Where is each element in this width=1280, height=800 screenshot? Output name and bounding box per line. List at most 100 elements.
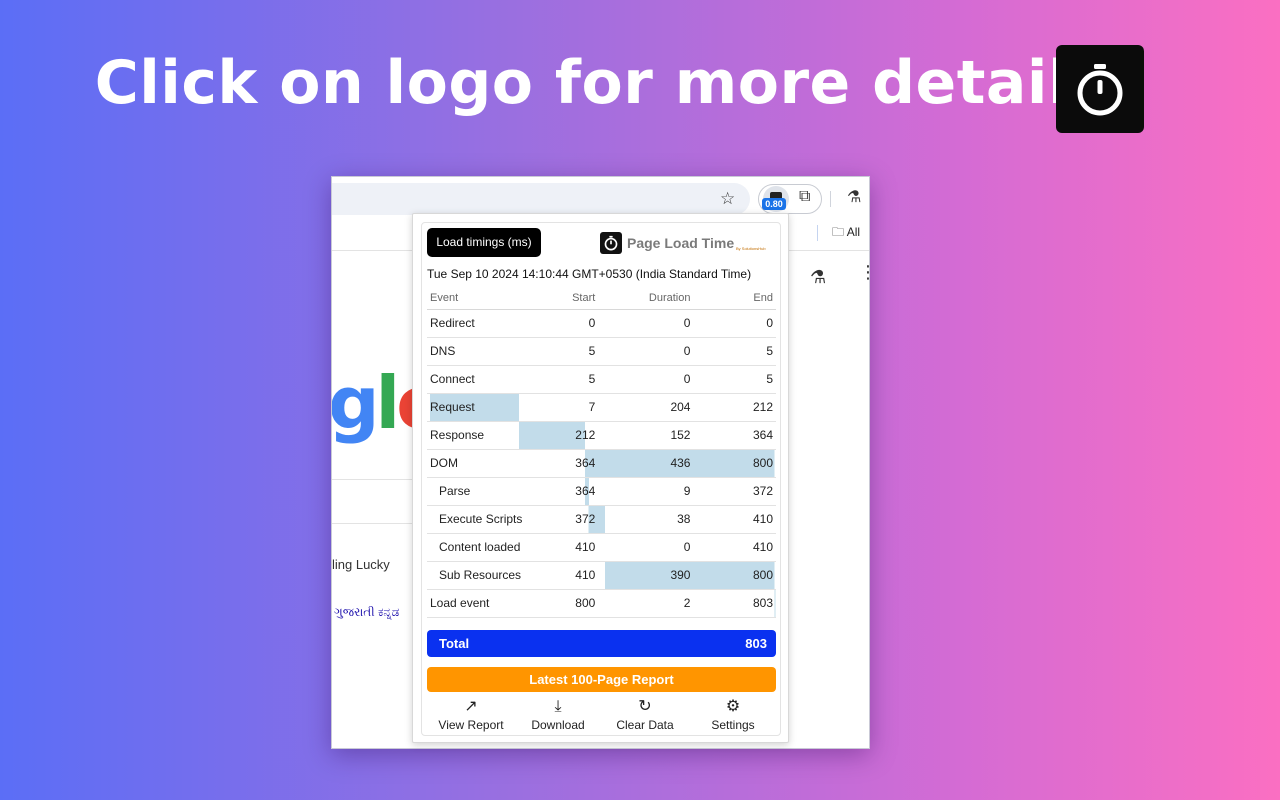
table-row: DNS 5 0 5 bbox=[427, 337, 776, 366]
table-cell-duration: 390 bbox=[598, 561, 694, 590]
toolbar-divider bbox=[830, 191, 831, 207]
total-label: Total bbox=[439, 636, 470, 651]
table-cell-duration: 0 bbox=[598, 309, 694, 338]
table-cell-start: 0 bbox=[553, 309, 599, 338]
table-cell-duration: 204 bbox=[598, 393, 694, 422]
action-label: View Report bbox=[438, 718, 504, 732]
settings-button[interactable]: ⚙ Settings bbox=[688, 698, 778, 732]
labs-flask-icon[interactable]: ⚗ bbox=[810, 267, 826, 288]
table-cell-duration: 0 bbox=[598, 337, 694, 366]
bookmarks-divider bbox=[817, 225, 818, 241]
table-cell-event: Redirect bbox=[427, 309, 554, 338]
gear-icon: ⚙ bbox=[725, 698, 741, 715]
table-row: Request 7 204 212 bbox=[427, 393, 776, 422]
table-cell-event: Execute Scripts bbox=[427, 505, 554, 534]
table-row: Sub Resources 410 390 800 bbox=[427, 561, 776, 590]
table-cell-end: 800 bbox=[693, 449, 776, 478]
table-cell-end: 364 bbox=[693, 421, 776, 450]
table-cell-end: 5 bbox=[693, 365, 776, 394]
stopwatch-logo[interactable] bbox=[1056, 45, 1144, 133]
page-load-time-popup: Load timings (ms) Page Load Time By Solu… bbox=[412, 213, 789, 743]
view-report-button[interactable]: ↗ View Report bbox=[426, 698, 516, 732]
table-cell-end: 372 bbox=[693, 477, 776, 506]
table-cell-event: Parse bbox=[427, 477, 554, 506]
table-row: Load event 800 2 803 bbox=[427, 589, 776, 618]
table-cell-duration: 436 bbox=[598, 449, 694, 478]
load-timings-button[interactable]: Load timings (ms) bbox=[427, 228, 541, 257]
popup-panel: Load timings (ms) Page Load Time By Solu… bbox=[421, 222, 781, 736]
table-cell-duration: 0 bbox=[598, 533, 694, 562]
table-cell-end: 410 bbox=[693, 533, 776, 562]
timestamp: Tue Sep 10 2024 14:10:44 GMT+0530 (India… bbox=[427, 267, 752, 281]
total-row: Total 803 bbox=[427, 630, 776, 657]
column-header: Duration bbox=[598, 287, 694, 310]
table-cell-event: Sub Resources bbox=[427, 561, 554, 590]
table-cell-duration: 38 bbox=[598, 505, 694, 534]
puzzle-icon[interactable]: ⧉ bbox=[799, 188, 810, 206]
table-cell-start: 212 bbox=[553, 421, 599, 450]
timings-table: Event Start Duration End Redirect 0 0 0 DNS 5… bbox=[427, 287, 776, 618]
table-row: Content loaded 410 0 410 bbox=[427, 533, 776, 562]
table-cell-end: 803 bbox=[693, 589, 776, 618]
table-cell-start: 5 bbox=[553, 365, 599, 394]
address-bar[interactable] bbox=[332, 183, 750, 215]
brand-subtitle: By SolutionsHub bbox=[736, 246, 766, 251]
table-row: Parse 364 9 372 bbox=[427, 477, 776, 506]
table-cell-start: 5 bbox=[553, 337, 599, 366]
table-cell-start: 364 bbox=[553, 449, 599, 478]
download-button[interactable]: ⤓ Download bbox=[513, 698, 603, 732]
stopwatch-icon bbox=[600, 232, 622, 254]
table-row: Execute Scripts 372 38 410 bbox=[427, 505, 776, 534]
table-cell-event: Response bbox=[427, 421, 554, 450]
table-cell-duration: 152 bbox=[598, 421, 694, 450]
table-cell-event: DNS bbox=[427, 337, 554, 366]
download-icon: ⤓ bbox=[554, 698, 562, 715]
flask-icon[interactable]: ⚗ bbox=[847, 187, 861, 207]
table-cell-duration: 2 bbox=[598, 589, 694, 618]
table-cell-end: 0 bbox=[693, 309, 776, 338]
table-cell-event: DOM bbox=[427, 449, 554, 478]
extension-badge: 0.80 bbox=[762, 198, 786, 210]
table-cell-event: Request bbox=[427, 393, 554, 422]
refresh-icon: ↻ bbox=[638, 698, 652, 715]
action-bar: ↗ View Report ⤓ Download ↻ Clear Data ⚙ … bbox=[422, 698, 782, 734]
table-cell-duration: 9 bbox=[598, 477, 694, 506]
column-header: End bbox=[693, 287, 776, 310]
table-cell-start: 7 bbox=[553, 393, 599, 422]
feeling-lucky-button[interactable]: ling Lucky bbox=[332, 557, 390, 572]
apps-grid-icon[interactable]: ⋮ bbox=[859, 263, 869, 281]
table-cell-event: Load event bbox=[427, 589, 554, 618]
language-links[interactable]: ગુજરાતી ಕನ್ನಡ bbox=[334, 605, 399, 620]
table-cell-end: 410 bbox=[693, 505, 776, 534]
table-cell-end: 5 bbox=[693, 337, 776, 366]
table-cell-duration: 0 bbox=[598, 365, 694, 394]
table-cell-end: 800 bbox=[693, 561, 776, 590]
arrow-up-right-icon: ↗ bbox=[464, 698, 478, 715]
latest-report-button[interactable]: Latest 100-Page Report bbox=[427, 667, 776, 692]
table-row: Connect 5 0 5 bbox=[427, 365, 776, 394]
table-cell-start: 410 bbox=[553, 533, 599, 562]
table-cell-event: Content loaded bbox=[427, 533, 554, 562]
table-row: Redirect 0 0 0 bbox=[427, 309, 776, 338]
total-value: 803 bbox=[745, 636, 767, 651]
folder-icon: 🗀 bbox=[832, 225, 845, 239]
table-cell-end: 212 bbox=[693, 393, 776, 422]
table-cell-start: 364 bbox=[553, 477, 599, 506]
divider-line bbox=[332, 479, 412, 480]
bookmarks-folder[interactable]: 🗀 All bbox=[832, 223, 860, 244]
table-row: Response 212 152 364 bbox=[427, 421, 776, 450]
clear-data-button[interactable]: ↻ Clear Data bbox=[600, 698, 690, 732]
brand-name: Page Load Time bbox=[627, 235, 735, 251]
table-cell-start: 800 bbox=[553, 589, 599, 618]
divider-line bbox=[332, 523, 412, 524]
action-label: Download bbox=[531, 718, 585, 732]
table-cell-start: 410 bbox=[553, 561, 599, 590]
headline: Click on logo for more details bbox=[94, 48, 1106, 118]
action-label: Clear Data bbox=[616, 718, 674, 732]
table-header-row: Event Start Duration End bbox=[427, 287, 776, 310]
action-label: Settings bbox=[711, 718, 755, 732]
column-header: Event bbox=[427, 287, 554, 310]
column-header: Start bbox=[553, 287, 599, 310]
bookmark-star-icon[interactable]: ☆ bbox=[720, 189, 735, 209]
table-row: DOM 364 436 800 bbox=[427, 449, 776, 478]
